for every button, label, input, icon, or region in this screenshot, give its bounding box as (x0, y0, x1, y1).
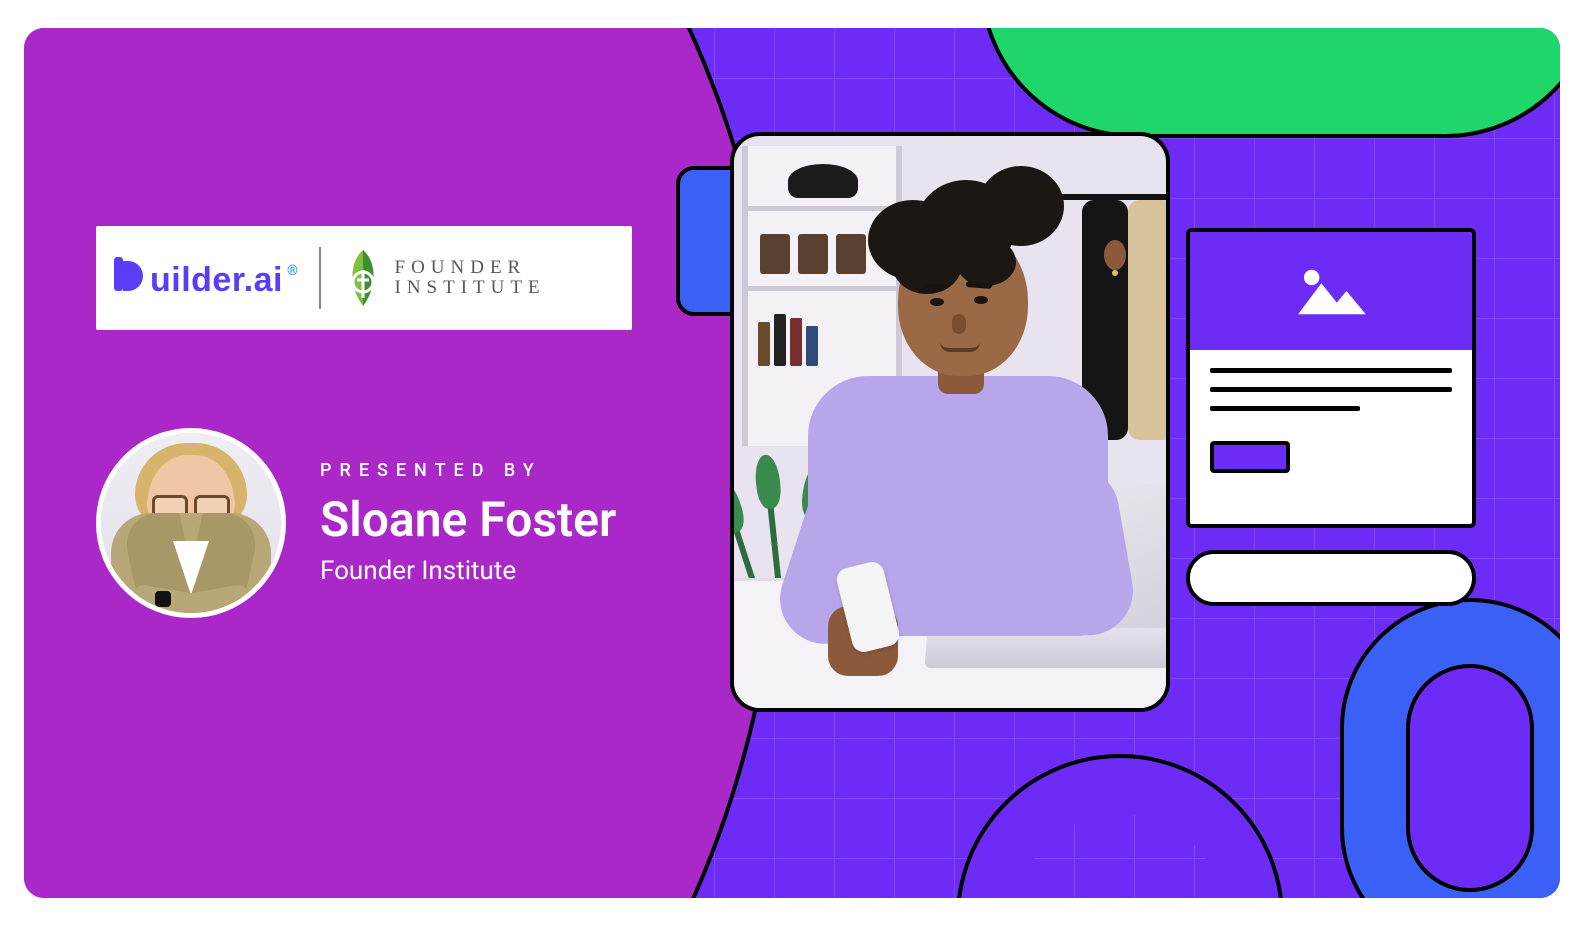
founder-institute-logo: Founder Institute (343, 248, 546, 308)
promo-card: uilder.ai ® Founder Institute (24, 28, 1560, 898)
website-mock-card (1186, 228, 1476, 528)
builder-ai-logo: uilder.ai ® (114, 257, 297, 300)
registered-mark: ® (287, 263, 299, 279)
fi-line1: Founder (395, 258, 546, 278)
fi-line2: Institute (395, 278, 546, 298)
presenter-avatar (96, 428, 286, 618)
capsule-shape (1340, 598, 1560, 898)
founder-institute-text: Founder Institute (395, 258, 546, 298)
image-placeholder-icon (1292, 262, 1370, 320)
logo-divider (319, 247, 321, 309)
logo-strip: uilder.ai ® Founder Institute (96, 226, 632, 330)
presenter-block: PRESENTED BY Sloane Foster Founder Insti… (96, 428, 616, 618)
mock-hero (1190, 232, 1472, 350)
pill-shape (1186, 550, 1476, 606)
mock-cta-button (1210, 441, 1290, 473)
presenter-eyebrow: PRESENTED BY (320, 460, 616, 481)
leaf-icon (343, 248, 383, 308)
hero-photo (730, 132, 1170, 712)
person-illustration (788, 166, 1118, 686)
green-blob-shape (980, 28, 1560, 138)
builder-b-glyph-icon (114, 257, 144, 291)
presenter-name: Sloane Foster (320, 491, 616, 548)
presenter-text: PRESENTED BY Sloane Foster Founder Insti… (320, 460, 616, 586)
presenter-org: Founder Institute (320, 556, 616, 586)
builder-ai-text: uilder.ai (150, 261, 283, 300)
mock-text-lines (1190, 350, 1472, 437)
